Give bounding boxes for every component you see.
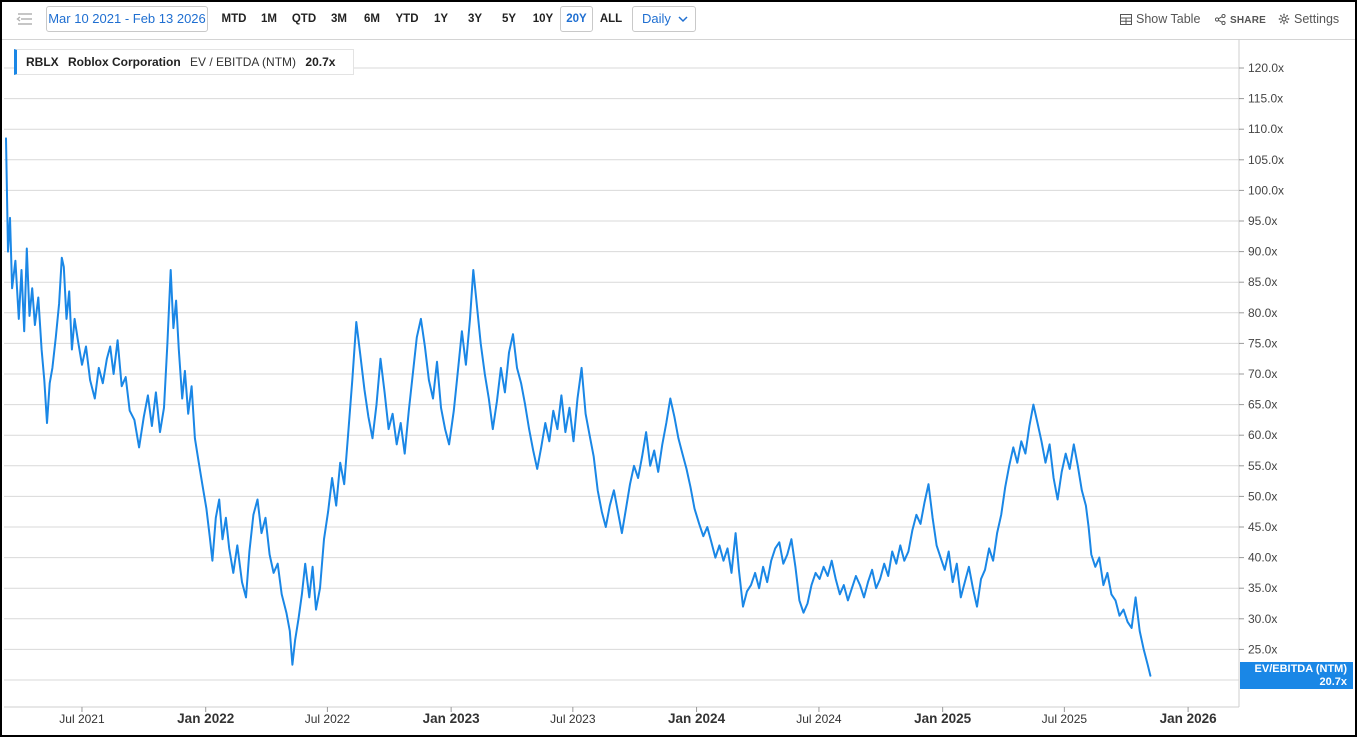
y-tick-label: 120.0x xyxy=(1248,61,1284,75)
x-tick-label: Jul 2022 xyxy=(305,712,351,726)
x-tick-label: Jan 2026 xyxy=(1160,711,1218,726)
y-tick-label: 65.0x xyxy=(1248,398,1277,412)
y-tick-label: 100.0x xyxy=(1248,183,1284,197)
y-tick-label: 35.0x xyxy=(1248,581,1277,595)
y-tick-label: 85.0x xyxy=(1248,275,1277,289)
last-value-title: EV/EBITDA (NTM) xyxy=(1254,663,1347,675)
y-tick-label: 95.0x xyxy=(1248,214,1277,228)
legend-value: 20.7x xyxy=(305,55,336,69)
y-tick-label: 75.0x xyxy=(1248,336,1277,350)
x-tick-label: Jan 2023 xyxy=(423,711,481,726)
x-tick-label: Jul 2024 xyxy=(796,712,842,726)
y-tick-label: 40.0x xyxy=(1248,551,1277,565)
y-tick-label: 50.0x xyxy=(1248,489,1277,503)
last-value-number: 20.7x xyxy=(1319,676,1347,688)
y-tick-label: 110.0x xyxy=(1248,122,1283,136)
legend-ticker: RBLX xyxy=(26,55,59,69)
x-tick-label: Jul 2021 xyxy=(59,712,105,726)
y-tick-label: 55.0x xyxy=(1248,459,1277,473)
y-tick-label: 90.0x xyxy=(1248,245,1277,259)
legend-metric: EV / EBITDA (NTM) xyxy=(190,55,297,69)
y-tick-label: 80.0x xyxy=(1248,306,1277,320)
chart-legend[interactable]: RBLX Roblox Corporation EV / EBITDA (NTM… xyxy=(14,49,355,75)
chart-window: Mar 10 2021 - Feb 13 2026 MTD 1M QTD 3M … xyxy=(0,0,1357,737)
line-chart: 25.0x 30.0x 35.0x 40.0x 45.0x 50.0x 55.0x 60.0x… xyxy=(4,39,1284,726)
x-tick-label: Jul 2025 xyxy=(1042,712,1088,726)
y-tick-label: 45.0x xyxy=(1248,520,1277,534)
series-line xyxy=(5,137,1152,677)
x-tick-label: Jan 2025 xyxy=(914,711,972,726)
x-tick-label: Jan 2024 xyxy=(668,711,726,726)
y-tick-label: 30.0x xyxy=(1248,612,1277,626)
y-tick-label: 115.0x xyxy=(1248,92,1283,106)
y-tick-label: 70.0x xyxy=(1248,367,1277,381)
y-tick-label: 25.0x xyxy=(1248,642,1277,656)
last-value-label: EV/EBITDA (NTM) 20.7x xyxy=(1240,662,1353,689)
y-tick-label: 105.0x xyxy=(1248,153,1284,167)
x-tick-label: Jan 2022 xyxy=(177,711,234,726)
y-tick-label: 60.0x xyxy=(1248,428,1277,442)
x-tick-label: Jul 2023 xyxy=(550,712,596,726)
legend-company: Roblox Corporation xyxy=(68,55,181,69)
